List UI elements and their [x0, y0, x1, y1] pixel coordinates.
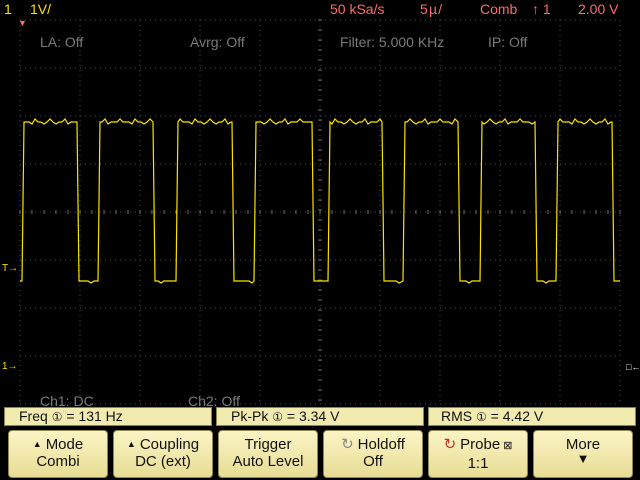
filter-status: Filter: 5.000 KHz [340, 34, 445, 50]
channel1-circle-icon: ① [476, 410, 487, 424]
triangle-up-icon: ▲ [32, 439, 42, 449]
rms-value: = 4.42 V [490, 408, 544, 424]
knob-icon: ↻ [341, 436, 354, 453]
coupling-value: DC (ext) [135, 453, 191, 470]
right-edge-marker: □← [626, 362, 640, 372]
la-status: LA: Off [40, 34, 84, 50]
channel1-circle-icon: ① [272, 410, 283, 424]
channel1-circle-icon: ① [51, 410, 63, 424]
trigger-softkey[interactable]: Trigger Auto Level [218, 430, 318, 478]
channel-scale: 1V/ [30, 1, 52, 17]
trigger-position-marker: ▼ [18, 18, 27, 28]
trigger-value: Auto Level [232, 453, 304, 470]
holdoff-value: Off [363, 453, 383, 470]
more-softkey[interactable]: More ▼ [533, 430, 633, 478]
pkpk-value: = 3.34 V [286, 408, 340, 424]
trigger-label: Trigger [244, 436, 292, 453]
coupling-label: Coupling [139, 436, 200, 453]
time-scale: 5 µ / [420, 1, 443, 17]
close-icon: ⊠ [503, 440, 513, 452]
trigger-source: ↑ 1 [532, 1, 551, 17]
mode-softkey[interactable]: ▲ Mode Combi [8, 430, 108, 478]
sample-rate: 50 kSa/s [330, 1, 385, 17]
trigger-mode: Comb [480, 1, 518, 17]
channel-number: 1 [4, 1, 12, 17]
rms-label: RMS [441, 408, 473, 424]
rotate-knob-icon: ↻ [443, 436, 457, 453]
trigger-level: 2.00 V [578, 1, 619, 17]
freq-value: = 131 Hz [66, 408, 123, 424]
graticule [19, 19, 621, 405]
trigger-level-marker: T→ [2, 263, 19, 274]
measurement-frequency: Freq ① = 131 Hz [4, 407, 212, 426]
measurement-pkpk: Pk-Pk ① = 3.34 V [216, 407, 424, 426]
mode-label: Mode [45, 436, 84, 453]
freq-label: Freq [19, 408, 48, 424]
average-status: Avrg: Off [190, 34, 245, 50]
probe-softkey[interactable]: ↻ Probe ⊠ 1:1 [428, 430, 528, 478]
pkpk-label: Pk-Pk [231, 408, 269, 424]
probe-value: 1:1 [467, 455, 489, 472]
holdoff-label: Holdoff [357, 436, 405, 453]
status-bar: 1 1V/ 50 kSa/s 5 µ / Comb ↑ 1 2.00 V [0, 0, 640, 18]
holdoff-softkey[interactable]: ↻ Holdoff Off [323, 430, 423, 478]
measurement-rms: RMS ① = 4.42 V [428, 407, 636, 426]
triangle-up-icon: ▲ [126, 439, 136, 449]
ip-status: IP: Off [488, 34, 528, 50]
channel1-ground-marker: 1→ [2, 361, 18, 372]
probe-label: Probe [460, 436, 501, 453]
arrow-down-icon: ▼ [576, 451, 590, 466]
mode-value: Combi [36, 453, 80, 470]
coupling-softkey[interactable]: ▲ Coupling DC (ext) [113, 430, 213, 478]
